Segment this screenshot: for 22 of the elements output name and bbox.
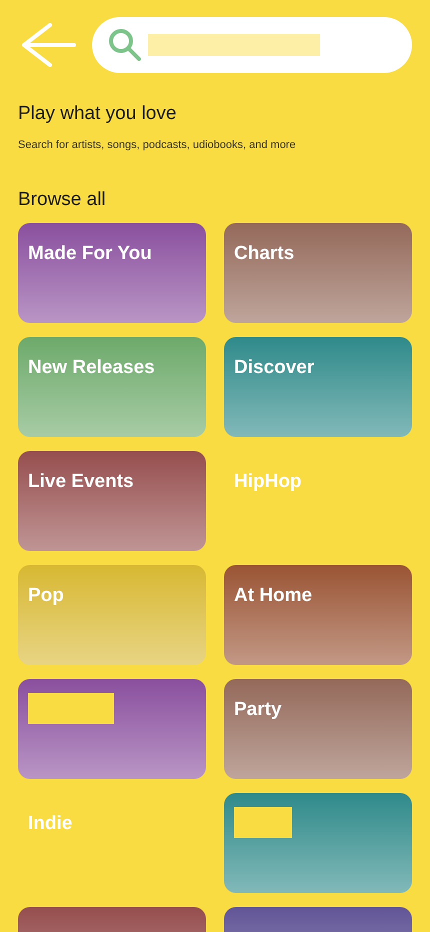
category-card[interactable]: Party bbox=[224, 679, 412, 779]
search-icon bbox=[108, 28, 142, 62]
card-label: Discover bbox=[234, 357, 314, 379]
back-arrow-icon[interactable] bbox=[20, 23, 76, 67]
card-label: Party bbox=[234, 699, 282, 721]
card-label: New Releases bbox=[28, 357, 155, 379]
category-card[interactable]: Made For You bbox=[18, 223, 206, 323]
intro-title: Play what you love bbox=[18, 103, 178, 125]
section-title: Browse all bbox=[18, 189, 107, 211]
card-label: Live Events bbox=[28, 471, 134, 493]
intro-subtitle: Search for artists, songs, podcasts, udiobooks, and more bbox=[18, 139, 297, 151]
category-card[interactable]: At Home bbox=[224, 565, 412, 665]
card-label: At Home bbox=[234, 585, 312, 607]
category-card[interactable] bbox=[18, 679, 206, 779]
category-card[interactable] bbox=[224, 793, 412, 893]
card-label: Made For You bbox=[28, 243, 152, 265]
category-card[interactable]: Discover bbox=[224, 337, 412, 437]
category-card[interactable]: Live Events bbox=[18, 451, 206, 551]
card-label: Pop bbox=[28, 585, 64, 607]
category-card[interactable]: New Releases bbox=[18, 337, 206, 437]
card-label: Charts bbox=[234, 243, 294, 265]
category-card[interactable]: Charts bbox=[224, 223, 412, 323]
